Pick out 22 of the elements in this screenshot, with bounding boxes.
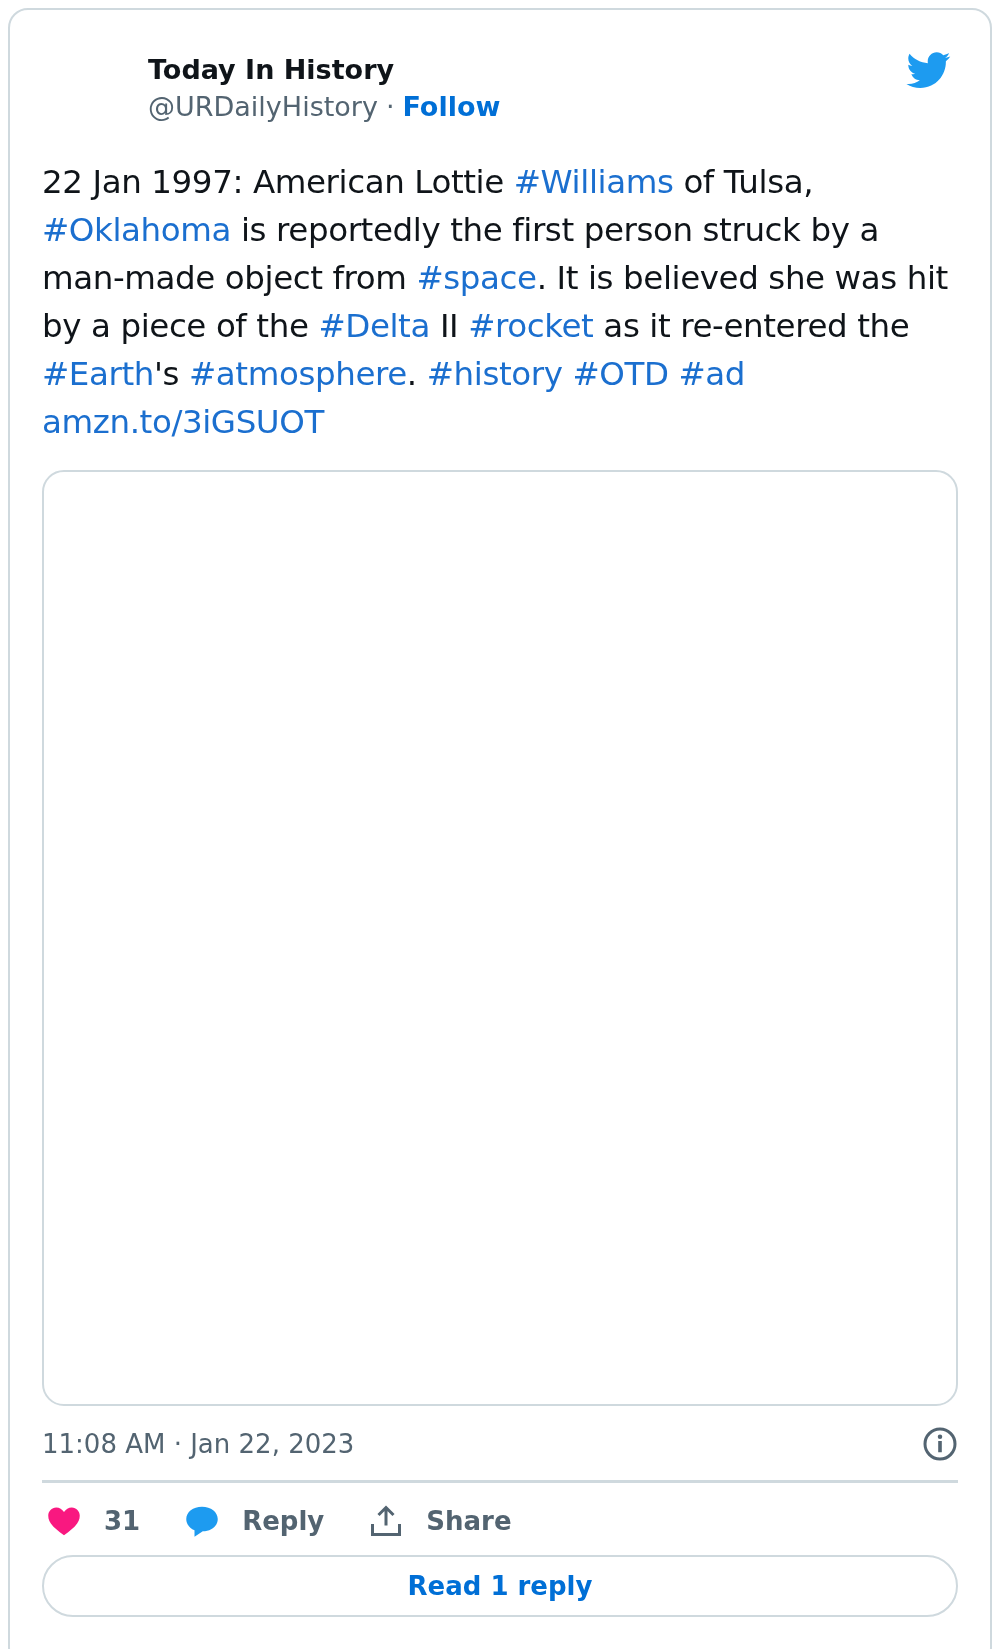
reply-button[interactable]: Reply <box>184 1503 325 1539</box>
hashtag-link[interactable]: #atmosphere <box>189 355 407 393</box>
follow-link[interactable]: Follow <box>402 91 501 122</box>
hashtag-link[interactable]: #space <box>416 259 537 297</box>
hashtag-link[interactable]: #Delta <box>318 307 430 345</box>
separator: · <box>385 91 395 122</box>
hashtag-link[interactable]: amzn.to/3iGSUOT <box>42 403 324 441</box>
hashtag-link[interactable]: #ad <box>678 355 746 393</box>
hashtag-link[interactable]: #Oklahoma <box>42 211 232 249</box>
author-name[interactable]: Today In History <box>148 54 501 85</box>
hashtag-link[interactable]: #history <box>426 355 563 393</box>
like-button[interactable]: 31 <box>46 1503 141 1539</box>
hashtag-link[interactable]: #rocket <box>468 307 594 345</box>
hashtag-link[interactable]: #Williams <box>513 163 674 201</box>
author-handle[interactable]: @URDailyHistory <box>148 91 378 122</box>
info-icon[interactable] <box>922 1426 958 1462</box>
tweet-text: 22 Jan 1997: American Lottie #Williams of Tulsa, #Oklahoma is reportedly the first person struck by a man-made object from #space. It is believed she was hit by a piece of the #Delta II #rocket as it re-entered the #Earth's #atmosphere. #history #OTD #ad amzn.to/3iGSUOT <box>42 162 949 443</box>
read-replies-button[interactable]: Read 1 reply <box>42 1555 958 1617</box>
hashtag-link[interactable]: #OTD <box>572 355 669 393</box>
timestamp[interactable]: 11:08 AM · Jan 22, 2023 <box>42 1429 355 1459</box>
hashtag-link[interactable]: #Earth <box>42 355 154 393</box>
share-button[interactable]: Share <box>368 1503 512 1539</box>
